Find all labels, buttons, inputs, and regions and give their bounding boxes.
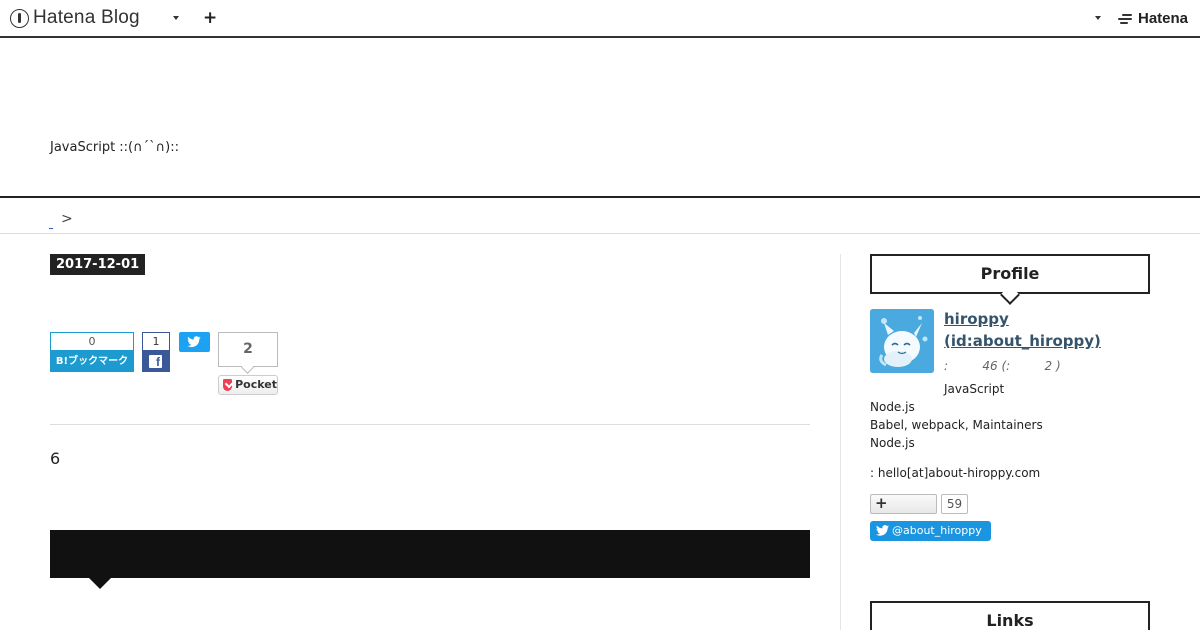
blog-header: JavaScript ::(∩´`∩)::	[0, 40, 1200, 198]
profile-contact: : hello[at]about-hiroppy.com	[870, 466, 1041, 480]
profile-description-line: Babel, webpack, Maintainers	[870, 418, 1043, 432]
pocket-label: Pocket	[235, 378, 277, 391]
facebook-icon: f	[149, 355, 162, 368]
twitter-share-button[interactable]	[179, 332, 210, 352]
facebook-share-button[interactable]: f	[142, 351, 170, 372]
new-post-plus-icon[interactable]: +	[203, 8, 217, 28]
hatena-mark-icon	[1118, 12, 1136, 26]
global-header: Hatena Blog + Hatena	[0, 0, 1200, 38]
profile-module-title: Profile	[870, 254, 1150, 294]
profile-description-line: Node.js	[870, 400, 915, 414]
logo-text: Hatena Blog	[33, 7, 140, 28]
hatena-bookmark-button[interactable]: B!ブックマーク	[50, 351, 134, 372]
facebook-share[interactable]: 1 f	[142, 332, 170, 372]
pocket-button[interactable]: Pocket	[218, 375, 278, 395]
twitter-follow-label: @about_hiroppy	[892, 524, 982, 537]
breadcrumb-home-link[interactable]: ​_	[49, 220, 53, 229]
hatena-blog-logo-icon	[10, 8, 29, 28]
breadcrumb: ​_ >	[0, 198, 1200, 234]
facebook-share-count: 1	[142, 332, 170, 351]
blog-menu-chevron-down-icon[interactable]	[173, 16, 179, 20]
hatena-bookmark-count: 0	[50, 332, 134, 351]
twitter-follow-button[interactable]: @about_hiroppy	[870, 521, 991, 541]
profile-id: (id:about_hiroppy)	[944, 332, 1101, 350]
hatena-blog-logo[interactable]: Hatena Blog	[10, 7, 140, 29]
breadcrumb-separator: >	[61, 211, 73, 227]
profile-username: hiroppy	[944, 310, 1009, 328]
reader-count: 59	[941, 494, 968, 514]
reader-follow-button[interactable]: +	[870, 494, 937, 514]
hatena-brand-link[interactable]: Hatena	[1118, 10, 1188, 27]
hatena-bookmark-share[interactable]: 0 B!ブックマーク	[50, 332, 134, 372]
account-menu-chevron-down-icon[interactable]	[1095, 16, 1101, 20]
section-heading-banner	[50, 530, 810, 589]
blog-description: JavaScript ::(∩´`∩)::	[50, 140, 179, 155]
twitter-bird-icon	[876, 525, 889, 536]
avatar-character-icon	[870, 309, 934, 373]
pocket-count: 2	[218, 332, 278, 367]
entry-date[interactable]: 2017-12-01	[50, 254, 146, 275]
profile-name-link[interactable]: hiroppy (id:about_hiroppy)	[944, 308, 1101, 352]
hatena-brand-text: Hatena	[1138, 10, 1189, 27]
twitter-bird-icon	[187, 336, 201, 348]
pocket-icon	[223, 379, 233, 391]
links-module-title: Links	[870, 601, 1150, 630]
profile-stats: : 46 (: 2 )	[944, 359, 1061, 373]
entry-body-text: 6	[50, 449, 61, 468]
column-divider	[840, 254, 841, 630]
pocket-share[interactable]: 2 Pocket	[218, 332, 278, 395]
profile-description-line: JavaScript	[944, 382, 1005, 396]
entry-divider	[50, 424, 810, 425]
avatar[interactable]	[870, 309, 934, 373]
profile-description-line: Node.js	[870, 436, 915, 450]
